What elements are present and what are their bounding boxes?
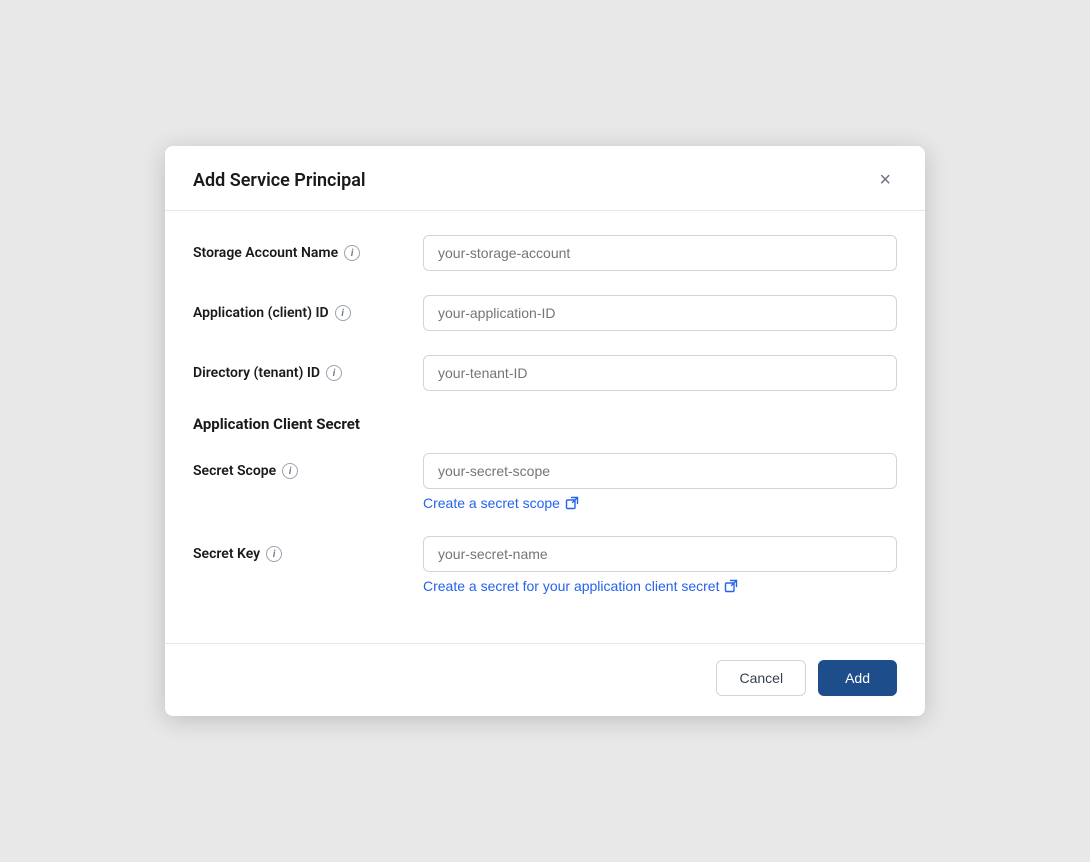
- storage-account-name-input-wrapper: [423, 235, 897, 271]
- modal-header: Add Service Principal ×: [165, 146, 925, 211]
- storage-account-name-info-icon[interactable]: i: [344, 245, 360, 261]
- storage-account-name-input[interactable]: [423, 235, 897, 271]
- secret-key-info-icon[interactable]: i: [266, 546, 282, 562]
- storage-account-name-group: Storage Account Name i: [193, 235, 897, 271]
- secret-key-label: Secret Key i: [193, 536, 423, 562]
- application-client-id-input-wrapper: [423, 295, 897, 331]
- secret-key-input-wrapper: Create a secret for your application cli…: [423, 536, 897, 595]
- modal-footer: Cancel Add: [165, 643, 925, 716]
- directory-tenant-id-input[interactable]: [423, 355, 897, 391]
- secret-scope-link-row: Create a secret scope: [423, 495, 897, 512]
- storage-account-name-label: Storage Account Name i: [193, 235, 423, 261]
- modal-body: Storage Account Name i Application (clie…: [165, 211, 925, 643]
- modal-overlay: Add Service Principal × Storage Account …: [0, 0, 1090, 862]
- add-service-principal-modal: Add Service Principal × Storage Account …: [165, 146, 925, 716]
- application-client-id-input[interactable]: [423, 295, 897, 331]
- directory-tenant-id-info-icon[interactable]: i: [326, 365, 342, 381]
- secret-key-group: Secret Key i Create a secret for your ap…: [193, 536, 897, 595]
- secret-key-link-row: Create a secret for your application cli…: [423, 578, 897, 595]
- secret-key-input[interactable]: [423, 536, 897, 572]
- cancel-button[interactable]: Cancel: [716, 660, 806, 696]
- close-button[interactable]: ×: [873, 168, 897, 192]
- directory-tenant-id-label: Directory (tenant) ID i: [193, 355, 423, 381]
- application-client-id-label: Application (client) ID i: [193, 295, 423, 321]
- application-client-id-group: Application (client) ID i: [193, 295, 897, 331]
- create-secret-scope-link[interactable]: Create a secret scope: [423, 495, 579, 511]
- secret-scope-info-icon[interactable]: i: [282, 463, 298, 479]
- secret-scope-label: Secret Scope i: [193, 453, 423, 479]
- directory-tenant-id-group: Directory (tenant) ID i: [193, 355, 897, 391]
- modal-title: Add Service Principal: [193, 170, 366, 191]
- application-client-id-info-icon[interactable]: i: [335, 305, 351, 321]
- secret-scope-group: Secret Scope i Create a secret scope: [193, 453, 897, 512]
- secret-scope-input-wrapper: Create a secret scope: [423, 453, 897, 512]
- external-link-icon: [565, 496, 579, 510]
- secret-scope-input[interactable]: [423, 453, 897, 489]
- application-client-secret-heading: Application Client Secret: [193, 415, 897, 433]
- directory-tenant-id-input-wrapper: [423, 355, 897, 391]
- external-link-icon-2: [724, 579, 738, 593]
- add-button[interactable]: Add: [818, 660, 897, 696]
- create-secret-for-app-link[interactable]: Create a secret for your application cli…: [423, 578, 738, 594]
